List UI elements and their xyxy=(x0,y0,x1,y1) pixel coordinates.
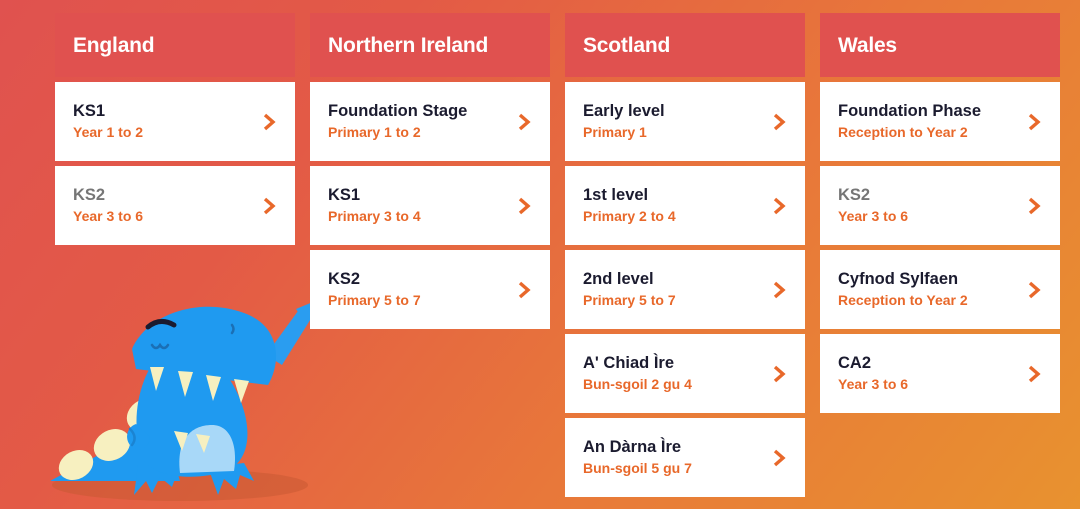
stage-text: KS2 Year 3 to 6 xyxy=(838,186,1018,225)
chevron-right-icon[interactable] xyxy=(769,112,789,132)
stage-card[interactable]: 2nd level Primary 5 to 7 xyxy=(565,250,805,329)
stage-text: Early level Primary 1 xyxy=(583,102,763,141)
stage-subtitle: Year 3 to 6 xyxy=(838,375,909,392)
stage-card[interactable]: KS2 Primary 5 to 7 xyxy=(310,250,550,329)
stage-title: Early level xyxy=(583,101,665,120)
country-header-england: England xyxy=(55,13,295,77)
stage-text: 2nd level Primary 5 to 7 xyxy=(583,270,763,309)
chevron-right-icon[interactable] xyxy=(769,280,789,300)
stage-title: Foundation Stage xyxy=(328,101,468,120)
stage-text: KS2 Primary 5 to 7 xyxy=(328,270,508,309)
stage-card[interactable]: 1st level Primary 2 to 4 xyxy=(565,166,805,245)
stage-text: CA2 Year 3 to 6 xyxy=(838,354,1018,393)
stage-title: CA2 xyxy=(838,353,872,372)
country-column-wales: Wales Foundation Phase Reception to Year 2… xyxy=(820,13,1060,413)
country-column-scotland: Scotland Early level Primary 1 1st level Pr… xyxy=(565,13,805,497)
stage-text: Foundation Phase Reception to Year 2 xyxy=(838,102,1018,141)
stage-subtitle: Primary 5 to 7 xyxy=(583,291,676,308)
chevron-right-icon[interactable] xyxy=(514,280,534,300)
stage-text: KS1 Primary 3 to 4 xyxy=(328,186,508,225)
stage-card[interactable]: Foundation Stage Primary 1 to 2 xyxy=(310,82,550,161)
chevron-right-icon[interactable] xyxy=(514,112,534,132)
country-header-scotland: Scotland xyxy=(565,13,805,77)
curriculum-grid: England KS1 Year 1 to 2 KS2 Year 3 to 6 Nor… xyxy=(55,13,1060,497)
stage-title: 1st level xyxy=(583,185,649,204)
stage-title: Foundation Phase xyxy=(838,101,982,120)
country-header-northern-ireland: Northern Ireland xyxy=(310,13,550,77)
country-header-label: Wales xyxy=(838,33,897,57)
stage-subtitle: Reception to Year 2 xyxy=(838,123,968,140)
stage-card[interactable]: KS2 Year 3 to 6 xyxy=(820,166,1060,245)
stage-card[interactable]: KS1 Primary 3 to 4 xyxy=(310,166,550,245)
country-header-label: Scotland xyxy=(583,33,671,57)
chevron-right-icon[interactable] xyxy=(259,112,279,132)
stage-card[interactable]: A' Chiad Ìre Bun-sgoil 2 gu 4 xyxy=(565,334,805,413)
stage-card[interactable]: Foundation Phase Reception to Year 2 xyxy=(820,82,1060,161)
stage-subtitle: Primary 5 to 7 xyxy=(328,291,421,308)
chevron-right-icon[interactable] xyxy=(769,364,789,384)
stage-subtitle: Primary 1 xyxy=(583,123,647,140)
stage-subtitle: Year 3 to 6 xyxy=(73,207,144,224)
chevron-right-icon[interactable] xyxy=(1024,112,1044,132)
stage-subtitle: Reception to Year 2 xyxy=(838,291,968,308)
chevron-right-icon[interactable] xyxy=(259,196,279,216)
stage-title: KS2 xyxy=(838,185,871,204)
stage-card[interactable]: CA2 Year 3 to 6 xyxy=(820,334,1060,413)
stage-card[interactable]: KS1 Year 1 to 2 xyxy=(55,82,295,161)
stage-subtitle: Primary 1 to 2 xyxy=(328,123,421,140)
stage-title: KS2 xyxy=(328,269,361,288)
stage-card[interactable]: Early level Primary 1 xyxy=(565,82,805,161)
stage-title: Cyfnod Sylfaen xyxy=(838,269,959,288)
stage-subtitle: Year 3 to 6 xyxy=(838,207,909,224)
country-column-northern-ireland: Northern Ireland Foundation Stage Primary … xyxy=(310,13,550,329)
stage-text: Foundation Stage Primary 1 to 2 xyxy=(328,102,508,141)
chevron-right-icon[interactable] xyxy=(769,448,789,468)
chevron-right-icon[interactable] xyxy=(1024,280,1044,300)
stage-title: 2nd level xyxy=(583,269,654,288)
stage-title: KS1 xyxy=(73,101,106,120)
stage-title: A' Chiad Ìre xyxy=(583,353,675,372)
stage-title: KS1 xyxy=(328,185,361,204)
stage-subtitle: Year 1 to 2 xyxy=(73,123,144,140)
stage-text: KS1 Year 1 to 2 xyxy=(73,102,253,141)
chevron-right-icon[interactable] xyxy=(1024,364,1044,384)
stage-subtitle: Primary 3 to 4 xyxy=(328,207,421,224)
stage-card[interactable]: KS2 Year 3 to 6 xyxy=(55,166,295,245)
stage-title: An Dàrna Ìre xyxy=(583,437,682,456)
stage-card[interactable]: Cyfnod Sylfaen Reception to Year 2 xyxy=(820,250,1060,329)
chevron-right-icon[interactable] xyxy=(514,196,534,216)
stage-subtitle: Primary 2 to 4 xyxy=(583,207,676,224)
country-header-label: England xyxy=(73,33,155,57)
stage-text: A' Chiad Ìre Bun-sgoil 2 gu 4 xyxy=(583,354,763,393)
stage-card[interactable]: An Dàrna Ìre Bun-sgoil 5 gu 7 xyxy=(565,418,805,497)
country-column-england: England KS1 Year 1 to 2 KS2 Year 3 to 6 xyxy=(55,13,295,245)
stage-title: KS2 xyxy=(73,185,106,204)
stage-text: KS2 Year 3 to 6 xyxy=(73,186,253,225)
chevron-right-icon[interactable] xyxy=(1024,196,1044,216)
chevron-right-icon[interactable] xyxy=(769,196,789,216)
stage-text: 1st level Primary 2 to 4 xyxy=(583,186,763,225)
country-header-label: Northern Ireland xyxy=(328,33,489,57)
stage-subtitle: Bun-sgoil 2 gu 4 xyxy=(583,375,692,392)
stage-subtitle: Bun-sgoil 5 gu 7 xyxy=(583,459,692,476)
country-header-wales: Wales xyxy=(820,13,1060,77)
stage-text: Cyfnod Sylfaen Reception to Year 2 xyxy=(838,270,1018,309)
stage-text: An Dàrna Ìre Bun-sgoil 5 gu 7 xyxy=(583,438,763,477)
